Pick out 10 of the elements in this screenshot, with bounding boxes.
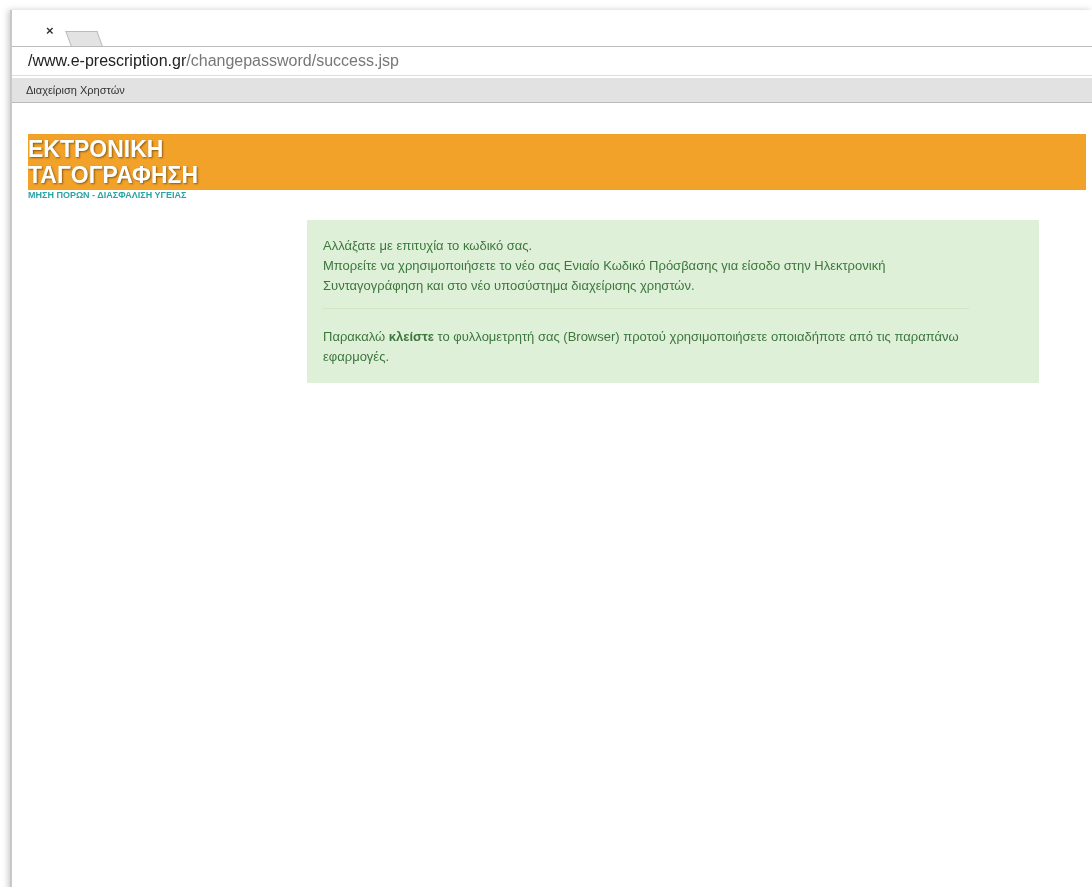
bookmark-link[interactable]: Διαχείριση Χρηστών (26, 84, 125, 96)
message-text: Μπορείτε να χρησιμοποιήσετε το νέο σας Ενιαίο Κωδικό Πρόσβασης για είσοδο στην Ηλεκτρονική Συνταγογράφηση και στο νέο υποσύστημα διαχείρισης χρηστών. (323, 257, 887, 295)
message-text: Αλλάξατε με επιτυχία το κωδικό σας. (323, 237, 534, 255)
logo-text: ΤΑΓΟΓΡΑΦΗΣΗ (28, 162, 199, 188)
logo-tagline: ΜΗΣΗ ΠΟΡΩΝ - ΔΙΑΣΦΑΛΙΣΗ ΥΓΕΙΑΣ (28, 190, 187, 200)
logo-text: ΕΚΤΡΟΝΙΚΗ (28, 136, 164, 162)
message-text: Παρακαλώ κλείστε το φυλλομετρητή σας (Browser) προτού χρησιμοποιήσετε οποιαδήποτε από τις παραπάνω εφαρμογές. (323, 328, 960, 366)
address-bar[interactable]: /www.e-prescription.gr/changepassword/success.jsp (12, 47, 1092, 76)
close-tab-button[interactable]: × (46, 23, 54, 46)
new-tab-button[interactable] (64, 31, 103, 46)
